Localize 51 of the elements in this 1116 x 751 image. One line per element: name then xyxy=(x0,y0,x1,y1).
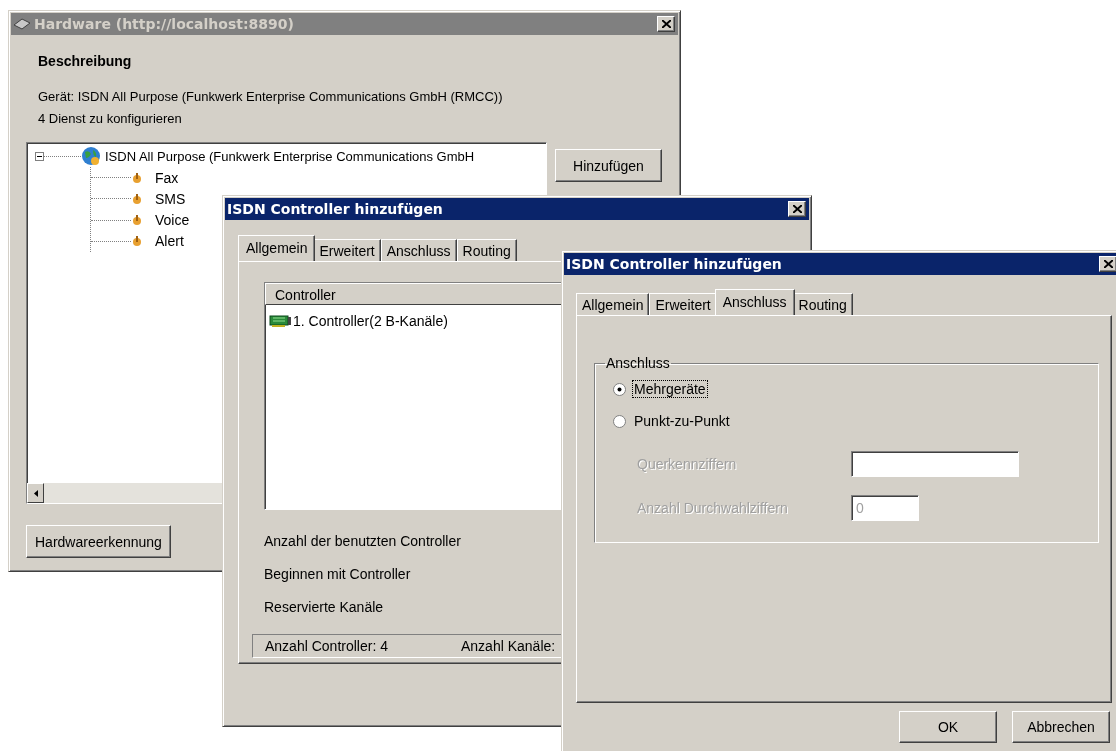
tab[interactable]: Anschluss xyxy=(380,239,457,261)
add-button[interactable]: Hinzufügen xyxy=(555,149,662,182)
card-icon xyxy=(269,314,291,328)
radio-label[interactable]: Mehrgeräte xyxy=(632,380,708,398)
tree-item[interactable]: Voice xyxy=(143,212,190,229)
field-label: Beginnen mit Controller xyxy=(264,565,412,583)
status-text: Anzahl Controller: 4 xyxy=(265,638,389,654)
window-title: ISDN Controller hinzufügen xyxy=(227,201,444,217)
close-icon xyxy=(1103,260,1113,268)
tree-item[interactable]: Alert xyxy=(143,233,184,250)
field-label: Anzahl der benutzten Controller xyxy=(264,532,462,550)
service-icon xyxy=(131,214,143,227)
tab[interactable]: Anschluss xyxy=(714,289,795,315)
close-button[interactable] xyxy=(788,201,806,217)
field-label: Reservierte Kanäle xyxy=(264,598,385,616)
device-text: Gerät: ISDN All Purpose (Funkwerk Enterprise Communications GmbH (RMCC)) xyxy=(37,88,504,106)
hardware-icon xyxy=(13,18,31,30)
tab[interactable]: Allgemein xyxy=(576,293,650,315)
scroll-left-button[interactable] xyxy=(27,483,44,503)
dialog-button[interactable]: OK xyxy=(899,711,997,743)
close-button[interactable] xyxy=(657,16,675,32)
close-icon xyxy=(792,205,802,213)
dialog-button[interactable]: Abbrechen xyxy=(1012,711,1110,743)
collapse-icon[interactable] xyxy=(35,151,44,161)
tree-item[interactable]: Fax xyxy=(143,169,179,186)
window-title: ISDN Controller hinzufügen xyxy=(566,256,783,272)
globe-icon xyxy=(81,146,101,166)
window-title: Hardware (http://localhost:8890) xyxy=(34,16,295,32)
input-field[interactable] xyxy=(851,451,1019,477)
tab[interactable]: Erweitert xyxy=(313,239,381,261)
list-item[interactable]: 1. Controller(2 B-Kanäle) xyxy=(293,313,448,329)
services-text: 4 Dienst zu konfigurieren xyxy=(37,110,183,128)
service-icon xyxy=(131,171,143,184)
hardware-detection-button[interactable]: Hardwareerkennung xyxy=(26,525,171,558)
radio-label[interactable]: Punkt-zu-Punkt xyxy=(632,412,732,430)
status-text: Anzahl Kanäle: xyxy=(461,638,557,654)
tab[interactable]: Routing xyxy=(792,293,853,315)
tree-item[interactable]: ISDN All Purpose (Funkwerk Enterprise Communications GmbH xyxy=(101,148,475,164)
tree-item[interactable]: SMS xyxy=(143,190,186,207)
left-arrow-icon xyxy=(33,489,38,497)
service-icon xyxy=(131,235,143,248)
service-icon xyxy=(131,192,143,205)
tab[interactable]: Routing xyxy=(456,239,517,261)
radio-button[interactable] xyxy=(613,414,626,428)
close-button[interactable] xyxy=(1099,256,1116,272)
section-heading: Beschreibung xyxy=(37,52,133,70)
close-icon xyxy=(661,20,671,28)
tab[interactable]: Allgemein xyxy=(238,235,316,261)
group-label: Anschluss xyxy=(605,355,671,371)
tab[interactable]: Erweitert xyxy=(649,293,717,315)
radio-button[interactable] xyxy=(613,382,626,396)
